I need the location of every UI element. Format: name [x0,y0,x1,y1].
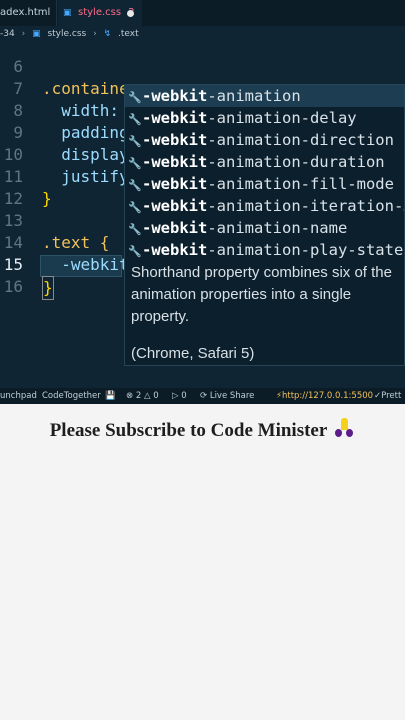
wrench-icon: 🔧 [128,113,142,126]
error-icon: ⊗ [126,391,134,401]
chevron-right-icon: › [21,29,26,39]
suggestion-item[interactable]: 🔧-webkit-animation-name [125,217,404,239]
match-text: -webkit [142,87,208,105]
code-text[interactable]: -webkit [42,254,128,276]
warning-icon: △ [143,391,151,401]
chevron-right-icon: › [93,29,97,39]
match-text: -webkit [142,109,208,127]
tab-bar: adex.html ▣ style.css 2 [0,0,405,26]
liveshare-icon: ⟳ [200,391,208,401]
code-text: padding [42,123,129,142]
tab-label: style.css [78,7,122,18]
problems-item[interactable]: ⊗ 2 △ 0 [126,388,159,404]
breadcrumb-prefix[interactable]: -34 [0,29,15,39]
details-description: Shorthand property combines six of the a… [131,264,392,325]
code-text: justify [42,167,129,186]
wrench-icon: 🔧 [128,91,142,104]
breadcrumb-symbol[interactable]: .text [118,29,139,39]
wrench-icon: 🔧 [128,201,142,214]
line-number: 16 [3,277,23,296]
line-number: 10 [3,145,23,164]
suggestion-item[interactable]: 🔧-webkit-animation-fill-mode [125,173,404,195]
line-number: 8 [13,101,23,120]
match-text: -webkit [142,241,208,259]
suggestion-text: -animation-duration [207,153,385,171]
save-icon[interactable]: 💾 [105,388,116,404]
code-text: } [42,189,52,208]
signal-icon: ▷ [172,391,179,401]
suggestion-text: -animation-fill-mode [207,175,394,193]
prettier-item[interactable]: ✓Prett [374,388,401,404]
match-text: -webkit [142,131,208,149]
status-bar: unchpad CodeTogether 💾 ⊗ 2 △ 0 ▷ 0 ⟳ Liv… [0,388,405,404]
liveshare-label: Live Share [209,391,255,401]
warning-count: 0 [153,391,159,401]
suggestion-text: -animation-name [207,219,348,237]
suggestion-item[interactable]: 🔧-webkit-animation-direction [125,129,404,151]
css-file-icon: ▣ [63,8,72,18]
tab-label: adex.html [0,7,51,18]
liveshare-item[interactable]: ⟳ Live Share [200,388,254,404]
code-line: 6 [0,56,405,78]
suggestion-item[interactable]: 🔧-webkit-animation-iteration-… [125,195,405,217]
suggestion-text: -animation-play-state [207,241,404,259]
code-minister-logo-icon [333,418,355,438]
breadcrumb: -34 › ▣ style.css › ↯ .text [0,26,405,42]
suggestion-text: -animation-iteration-… [207,197,405,215]
line-number: 13 [3,211,23,230]
match-text: -webkit [142,197,208,215]
wrench-icon: 🔧 [128,157,142,170]
wrench-icon: 🔧 [128,223,142,236]
suggestion-text: -animation-direction [207,131,394,149]
suggestion-text: -animation [207,87,301,105]
tab-index-html[interactable]: adex.html [0,0,57,26]
line-number: 9 [13,123,23,142]
suggestion-details: Shorthand property combines six of the a… [124,262,405,366]
code-text: display [42,145,129,164]
symbol-class-icon: ↯ [103,29,112,39]
css-file-icon: ▣ [32,29,41,39]
tab-style-css[interactable]: ▣ style.css 2 [58,0,142,26]
match-text: -webkit [142,153,208,171]
line-number: 11 [3,167,23,186]
code-text: width: [42,101,120,120]
live-server-url: http://127.0.0.1:5500 [281,391,374,401]
code-text: } [42,276,54,300]
code-text: .text { [42,233,110,252]
error-count: 2 [135,391,142,401]
unsaved-dot-icon[interactable] [127,10,134,17]
breadcrumb-file[interactable]: style.css [47,29,86,39]
wrench-icon: 🔧 [128,135,142,148]
line-number: 6 [13,57,23,76]
line-number: 7 [13,79,23,98]
suggestion-item[interactable]: 🔧-webkit-animation-delay [125,107,404,129]
match-text: -webkit [142,175,208,193]
codetogether-item[interactable]: CodeTogether [42,388,101,404]
suggestion-item[interactable]: 🔧-webkit-animation [125,85,404,107]
subscribe-caption: Please Subscribe to Code Minister [0,418,405,442]
code-editor[interactable]: adex.html ▣ style.css 2 -34 › ▣ style.cs… [0,0,405,390]
live-server-item[interactable]: ⚡http://127.0.0.1:5500 [276,388,373,404]
line-number: 15 [3,255,23,274]
caption-text: Please Subscribe to Code Minister [49,420,328,441]
match-text: -webkit [142,219,208,237]
autocomplete-suggestions[interactable]: 🔧-webkit-animation 🔧-webkit-animation-de… [124,84,405,264]
line-number: 14 [3,233,23,252]
wrench-icon: 🔧 [128,179,142,192]
code-text: .containe [42,79,129,98]
prettier-label: Prett [381,391,402,401]
suggestion-item[interactable]: 🔧-webkit-animation-play-state [125,239,404,261]
info-count: 0 [181,391,187,401]
launchpad-item[interactable]: unchpad [0,388,37,404]
details-compat: (Chrome, Safari 5) [131,345,255,362]
suggestion-text: -animation-delay [207,109,357,127]
suggestion-item[interactable]: 🔧-webkit-animation-duration [125,151,404,173]
info-item[interactable]: ▷ 0 [172,388,187,404]
line-number: 12 [3,189,23,208]
wrench-icon: 🔧 [128,245,142,258]
